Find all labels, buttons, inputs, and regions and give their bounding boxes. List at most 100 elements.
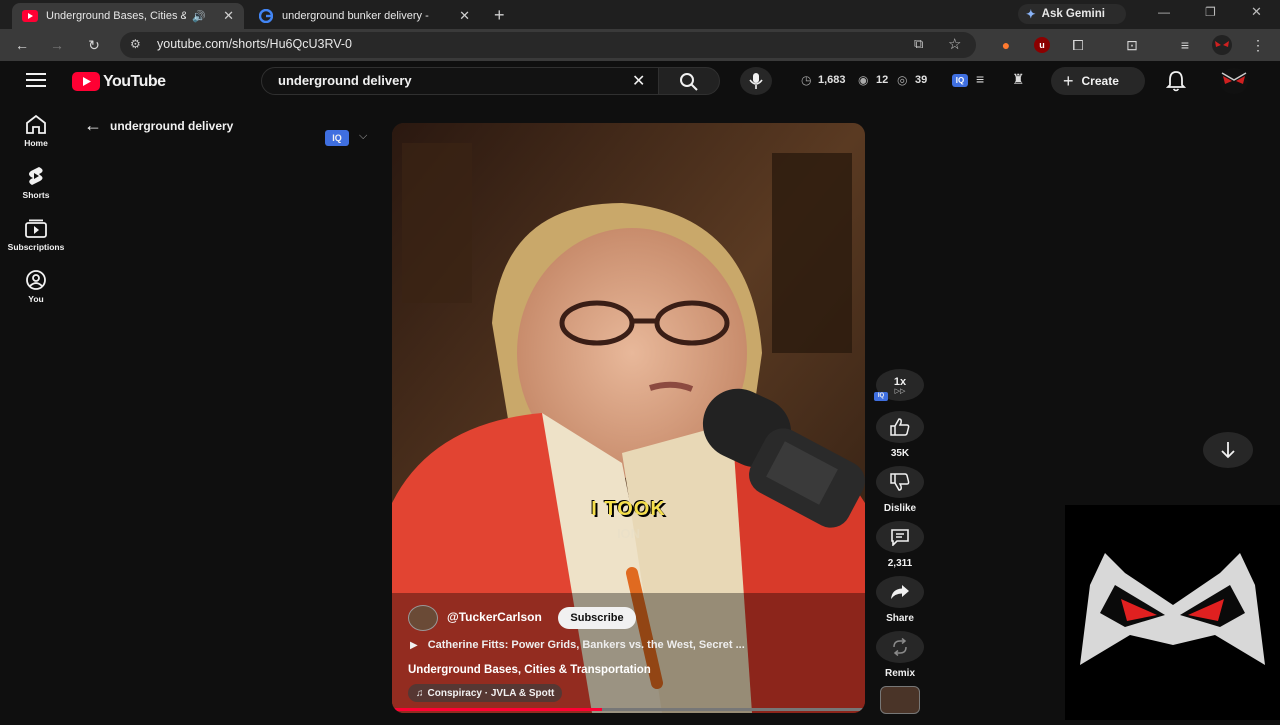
bookmark-star-icon[interactable]: ☆ <box>948 35 961 53</box>
queue-list-icon[interactable]: ≡ <box>976 71 984 87</box>
subscribe-button[interactable]: Subscribe <box>558 607 636 629</box>
youtube-logo[interactable]: YouTube <box>72 72 166 91</box>
site-info-icon[interactable]: ⚙ <box>130 37 141 51</box>
reading-list-icon[interactable]: ≡ <box>1174 34 1196 56</box>
voice-search-button[interactable] <box>740 67 772 95</box>
browser-toolbar: ← → ↻ ⚙ youtube.com/shorts/Hu6QcU3RV-0 ⧉… <box>0 29 1280 61</box>
cast-icon[interactable]: ⧉ <box>914 36 923 52</box>
share-label: Share <box>886 613 914 624</box>
comment-icon <box>891 529 909 546</box>
thumbs-down-icon <box>890 473 910 491</box>
home-icon <box>26 114 46 134</box>
reload-icon[interactable]: ↻ <box>83 34 105 56</box>
sidebar-item-shorts[interactable]: Shorts <box>0 166 72 200</box>
channel-avatar[interactable] <box>408 605 438 631</box>
minimize-window-icon[interactable]: — <box>1158 5 1170 19</box>
stat-count-a: 12 <box>876 74 889 86</box>
music-label: Conspiracy · JVLA & Spott <box>427 687 555 699</box>
clear-search-icon[interactable]: ✕ <box>632 71 645 91</box>
restore-window-icon[interactable]: ❐ <box>1205 5 1216 19</box>
share-arrow-icon <box>891 585 909 599</box>
play-icon: ▶ <box>410 639 418 651</box>
stat-views: 1,683 <box>818 74 846 86</box>
gemini-icon: ✦ <box>1026 9 1036 21</box>
remix-label: Remix <box>884 668 915 679</box>
trophy-icon[interactable]: ♜ <box>1012 71 1025 88</box>
back-arrow-icon[interactable]: ← <box>11 34 33 56</box>
create-button[interactable]: + Create <box>1051 67 1145 95</box>
iq-extension-icon[interactable]: IQ <box>952 74 968 87</box>
ask-gemini-button[interactable]: ✦ Ask Gemini <box>1018 4 1126 24</box>
sidebar-item-label: Subscriptions <box>7 242 65 252</box>
stat-count-b: 39 <box>915 74 928 86</box>
notifications-bell-icon[interactable] <box>1165 70 1187 97</box>
video-caption-sub: ION <box>616 526 641 541</box>
sidebar-item-label: You <box>28 294 44 304</box>
search-icon <box>680 73 698 91</box>
audio-playing-icon[interactable]: 🔊 <box>192 10 206 23</box>
extensions-puzzle-icon[interactable]: ⧠ <box>1067 34 1089 56</box>
close-tab-icon[interactable]: ✕ <box>217 8 234 24</box>
back-arrow-icon: ← <box>84 115 102 135</box>
sidebar-item-home[interactable]: Home <box>0 114 72 148</box>
plus-icon: + <box>1063 70 1074 91</box>
remix-button[interactable] <box>876 631 924 663</box>
related-video-link[interactable]: ▶ Catherine Fitts: Power Grids, Bankers … <box>410 639 850 651</box>
channel-handle[interactable]: @TuckerCarlson <box>447 610 542 624</box>
sidebar-item-you[interactable]: You <box>0 270 72 304</box>
browser-tab-strip: Underground Bases, Cities & 🔊 ✕ undergro… <box>0 0 1280 29</box>
dislike-button[interactable] <box>876 466 924 498</box>
browser-menu-icon[interactable]: ⋮ <box>1247 34 1269 56</box>
mask-logo-icon <box>1080 553 1265 665</box>
create-label: Create <box>1081 74 1119 88</box>
search-input[interactable]: underground delivery <box>278 73 412 88</box>
short-title[interactable]: Underground Bases, Cities & Transportati… <box>408 664 651 676</box>
url-text[interactable]: youtube.com/shorts/Hu6QcU3RV-0 <box>157 37 352 51</box>
related-video-title: Catherine Fitts: Power Grids, Bankers vs… <box>427 639 745 651</box>
microphone-icon <box>749 73 763 89</box>
like-count: 35K <box>890 448 910 459</box>
new-tab-button[interactable]: + <box>494 5 505 26</box>
address-bar[interactable]: ⚙ youtube.com/shorts/Hu6QcU3RV-0 ⧉ ☆ <box>120 32 976 58</box>
sidebar-item-label: Shorts <box>22 190 50 200</box>
like-button[interactable] <box>876 411 924 443</box>
close-window-icon[interactable]: ✕ <box>1251 4 1262 20</box>
extension-orange-icon[interactable]: ● <box>995 34 1017 56</box>
search-box[interactable]: underground delivery ✕ <box>261 67 659 95</box>
sidebar-item-subscriptions[interactable]: Subscriptions <box>0 218 72 252</box>
sound-thumbnail[interactable] <box>880 686 920 714</box>
hamburger-menu-icon[interactable] <box>26 72 46 93</box>
clock-icon: ◷ <box>801 73 812 87</box>
youtube-logo-text: YouTube <box>103 72 166 90</box>
remix-icon <box>893 638 907 656</box>
close-tab-icon[interactable]: ✕ <box>453 8 470 24</box>
eye-icon: ◉ <box>858 73 869 87</box>
next-short-button[interactable] <box>1203 432 1253 468</box>
comments-button[interactable] <box>876 521 924 553</box>
dislike-label: Dislike <box>883 503 917 514</box>
iq-speed-badge: IQ <box>874 392 888 401</box>
video-caption-main: I TOOK <box>591 498 666 520</box>
tab-underground-bases[interactable]: Underground Bases, Cities & 🔊 ✕ <box>12 3 244 29</box>
short-video-player[interactable]: I TOOK ION @TuckerCarlson Subscribe ▶ Ca… <box>392 123 865 713</box>
google-favicon-icon <box>258 8 274 24</box>
subscriptions-icon <box>25 219 47 238</box>
forward-arrow-icon[interactable]: → <box>46 34 68 56</box>
tab-title: underground bunker delivery - <box>282 10 429 22</box>
ublock-icon[interactable]: u <box>1031 34 1053 56</box>
music-pill[interactable]: ♫ Conspiracy · JVLA & Spott <box>408 684 563 702</box>
iq-player-badge[interactable]: IQ <box>325 130 349 146</box>
speed-label: 1x <box>893 375 907 388</box>
account-avatar[interactable] <box>1220 68 1248 99</box>
back-query-label: underground delivery <box>110 118 234 133</box>
search-page-icon[interactable]: ⊡ <box>1121 34 1143 56</box>
tab-underground-bunker[interactable]: underground bunker delivery - ✕ <box>248 3 480 29</box>
comment-count: 2,311 <box>887 558 913 569</box>
back-to-results-link[interactable]: ← underground delivery <box>84 115 233 136</box>
chevron-down-icon[interactable]: ⌵ <box>359 130 367 143</box>
share-button[interactable] <box>876 576 924 608</box>
profile-avatar-icon[interactable] <box>1211 34 1233 56</box>
fast-forward-icon: ▷▷ <box>894 387 906 395</box>
shorts-icon <box>29 167 43 185</box>
search-button[interactable] <box>658 67 720 95</box>
